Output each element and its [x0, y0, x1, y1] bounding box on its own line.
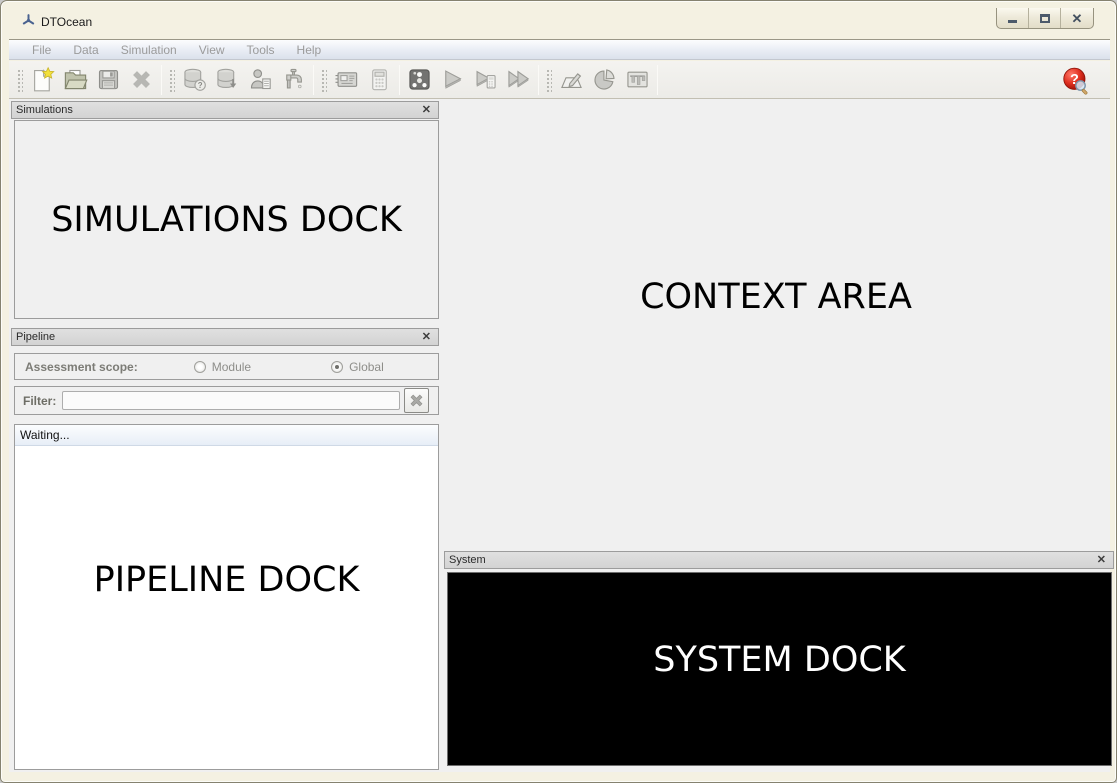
- close-button[interactable]: ✕: [1061, 8, 1093, 28]
- menu-help[interactable]: Help: [286, 41, 333, 59]
- clear-cross-icon: [410, 394, 423, 407]
- svg-text:?: ?: [198, 81, 203, 90]
- database-question-icon: ?: [184, 68, 206, 91]
- toolbar-separator: [538, 64, 539, 95]
- simulations-dock-placeholder: SIMULATIONS DOCK: [51, 199, 402, 240]
- simulations-dock-titlebar[interactable]: Simulations ✕: [11, 101, 439, 119]
- database-arrow-icon: [217, 68, 237, 89]
- assessment-scope-group: Assessment scope: Module Global: [14, 353, 439, 380]
- close-project-button[interactable]: [125, 64, 158, 96]
- app-logo-icon: [21, 13, 36, 28]
- circuit-card-icon: [335, 72, 358, 87]
- timeline-button[interactable]: [621, 64, 654, 96]
- fast-forward-icon: [508, 70, 530, 88]
- pipeline-tree[interactable]: Waiting... PIPELINE DOCK: [14, 424, 439, 770]
- pipeline-dock-titlebar[interactable]: Pipeline ✕: [11, 328, 439, 346]
- new-document-icon: [34, 66, 55, 92]
- scope-radio-module[interactable]: Module: [193, 359, 252, 374]
- pencil-pad-icon: [561, 73, 582, 88]
- timeline-icon: [627, 71, 648, 88]
- run-strategy-button[interactable]: [502, 64, 535, 96]
- filter-label: Filter:: [23, 393, 57, 408]
- calculator-icon: [372, 69, 387, 91]
- database-export-button[interactable]: [211, 64, 244, 96]
- minimize-icon: [1008, 20, 1017, 23]
- user-document-icon: [250, 69, 271, 90]
- open-project-button[interactable]: [59, 64, 92, 96]
- help-icon: ?: [1063, 67, 1088, 95]
- pipeline-status-row[interactable]: Waiting...: [15, 425, 438, 446]
- toolbar-gripper[interactable]: [168, 67, 175, 92]
- close-icon: ✕: [1071, 10, 1083, 26]
- calculator-button[interactable]: [363, 64, 396, 96]
- workspace: Simulations ✕ SIMULATIONS DOCK Pipeline …: [9, 99, 1114, 772]
- window-title: DTOcean: [41, 15, 93, 29]
- minimize-button[interactable]: [997, 8, 1029, 28]
- data-tap-button[interactable]: [277, 64, 310, 96]
- window-controls: ✕: [996, 8, 1094, 29]
- pie-chart-button[interactable]: [588, 64, 621, 96]
- annotate-button[interactable]: [555, 64, 588, 96]
- maximize-button[interactable]: [1029, 8, 1061, 28]
- new-project-button[interactable]: [26, 64, 59, 96]
- system-dock-titlebar[interactable]: System ✕: [444, 551, 1114, 569]
- toolbar-gripper[interactable]: [320, 67, 327, 92]
- run-module-button[interactable]: [469, 64, 502, 96]
- title-bar[interactable]: DTOcean ✕: [1, 1, 1116, 38]
- pie-chart-icon: [594, 69, 615, 90]
- scope-global-label: Global: [349, 359, 384, 374]
- simulations-dock-title: Simulations: [16, 104, 73, 116]
- menu-tools[interactable]: Tools: [236, 41, 286, 59]
- folder-open-icon: [64, 69, 88, 90]
- radio-unselected-icon: [193, 360, 206, 373]
- assessment-scope-label: Assessment scope:: [25, 359, 138, 374]
- filter-clear-button[interactable]: [404, 388, 430, 413]
- scope-radio-global[interactable]: Global: [331, 360, 384, 374]
- save-project-button[interactable]: [92, 64, 125, 96]
- play-icon: [445, 70, 462, 89]
- filter-group: Filter:: [14, 386, 439, 415]
- menu-file[interactable]: File: [21, 41, 62, 59]
- system-dock-placeholder: SYSTEM DOCK: [653, 640, 906, 680]
- user-data-button[interactable]: [244, 64, 277, 96]
- menu-simulation[interactable]: Simulation: [110, 41, 188, 59]
- strategy-icon: [409, 69, 430, 90]
- system-console[interactable]: SYSTEM DOCK: [447, 572, 1112, 766]
- filter-input[interactable]: [62, 391, 401, 410]
- strategy-manager-button[interactable]: [403, 64, 436, 96]
- menu-view[interactable]: View: [188, 41, 236, 59]
- toolbar-gripper[interactable]: [16, 67, 23, 92]
- menu-bar: File Data Simulation View Tools Help: [9, 39, 1110, 60]
- simulations-dock-body: SIMULATIONS DOCK: [14, 120, 439, 319]
- context-area-placeholder: CONTEXT AREA: [640, 277, 912, 317]
- database-query-button[interactable]: ?: [178, 64, 211, 96]
- app-window: DTOcean ✕ File Data Simulation View Tool…: [0, 0, 1117, 783]
- pipeline-dock-placeholder: PIPELINE DOCK: [93, 560, 360, 600]
- maximize-icon: [1039, 13, 1050, 23]
- tool-bar: ? ?: [9, 61, 1110, 99]
- toolbar-separator: [313, 64, 314, 95]
- toolbar-gripper[interactable]: [545, 67, 552, 92]
- context-area: CONTEXT AREA: [442, 99, 1110, 550]
- menu-data[interactable]: Data: [62, 41, 109, 59]
- help-search-button[interactable]: ?: [1061, 66, 1090, 95]
- radio-selected-icon: [331, 360, 344, 373]
- faucet-icon: [286, 68, 302, 89]
- toolbar-separator: [399, 64, 400, 95]
- scope-module-label: Module: [211, 359, 252, 374]
- toolbar-separator: [161, 64, 162, 95]
- close-cross-icon: [133, 71, 150, 88]
- play-document-icon: [476, 70, 496, 89]
- system-dock-close-icon[interactable]: ✕: [1094, 554, 1109, 566]
- toolbar-separator: [657, 64, 658, 95]
- simulations-dock-close-icon[interactable]: ✕: [419, 104, 434, 116]
- save-icon: [98, 69, 119, 90]
- system-card-button[interactable]: [330, 64, 363, 96]
- pipeline-dock-close-icon[interactable]: ✕: [419, 331, 434, 343]
- pipeline-dock-title: Pipeline: [16, 331, 56, 343]
- run-simulation-button[interactable]: [436, 64, 469, 96]
- pipeline-status-text: Waiting...: [20, 428, 70, 442]
- system-dock-title: System: [449, 554, 486, 566]
